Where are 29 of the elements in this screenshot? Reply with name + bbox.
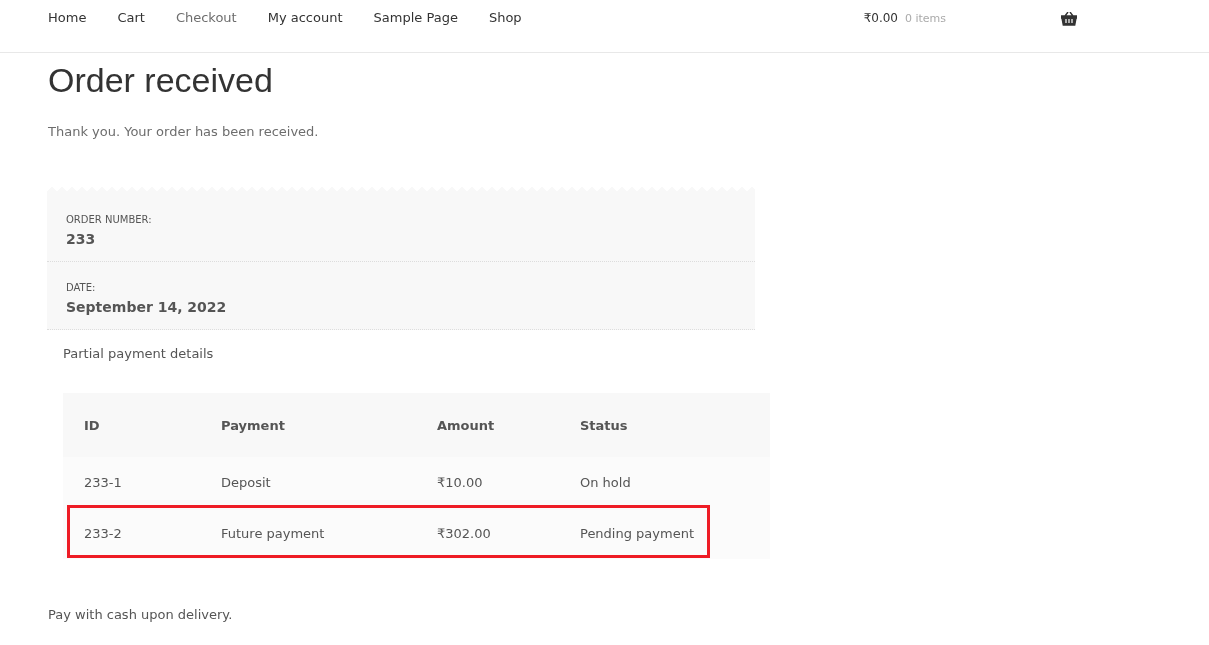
- column-header: ID: [63, 393, 200, 457]
- overview-label: DATE:: [66, 282, 97, 293]
- table-cell: 233-2: [63, 508, 200, 559]
- nav-link[interactable]: Checkout: [175, 10, 237, 25]
- page-title: Order received: [48, 60, 274, 101]
- order-received-message: Thank you. Your order has been received.: [48, 124, 320, 139]
- column-header: Payment: [200, 393, 416, 457]
- nav-link[interactable]: Sample Page: [373, 10, 458, 25]
- cart-item-count: 0 items: [905, 12, 947, 25]
- nav-link[interactable]: Shop: [488, 10, 522, 25]
- table-cell: Deposit: [200, 457, 416, 508]
- table-cell: On hold: [559, 457, 770, 508]
- section-title: Partial payment details: [63, 346, 215, 361]
- nav-link[interactable]: Home: [48, 10, 87, 25]
- overview-label: ORDER NUMBER:: [66, 214, 153, 225]
- basket-icon[interactable]: [1061, 12, 1078, 26]
- table-cell: Future payment: [200, 508, 416, 559]
- table-cell: ₹10.00: [416, 457, 559, 508]
- column-header: Status: [559, 393, 770, 457]
- table-cell: Pending payment: [559, 508, 770, 559]
- overview-value: 233: [66, 231, 97, 247]
- nav-link[interactable]: My account: [267, 10, 343, 25]
- overview-value: September 14, 2022: [66, 299, 228, 315]
- nav-link[interactable]: Cart: [117, 10, 145, 25]
- payment-method-note: Pay with cash upon delivery.: [48, 607, 234, 622]
- table-cell: ₹302.00: [416, 508, 559, 559]
- column-header: Amount: [416, 393, 559, 457]
- cart-total-link[interactable]: ₹0.00: [863, 11, 898, 25]
- table-cell: 233-1: [63, 457, 200, 508]
